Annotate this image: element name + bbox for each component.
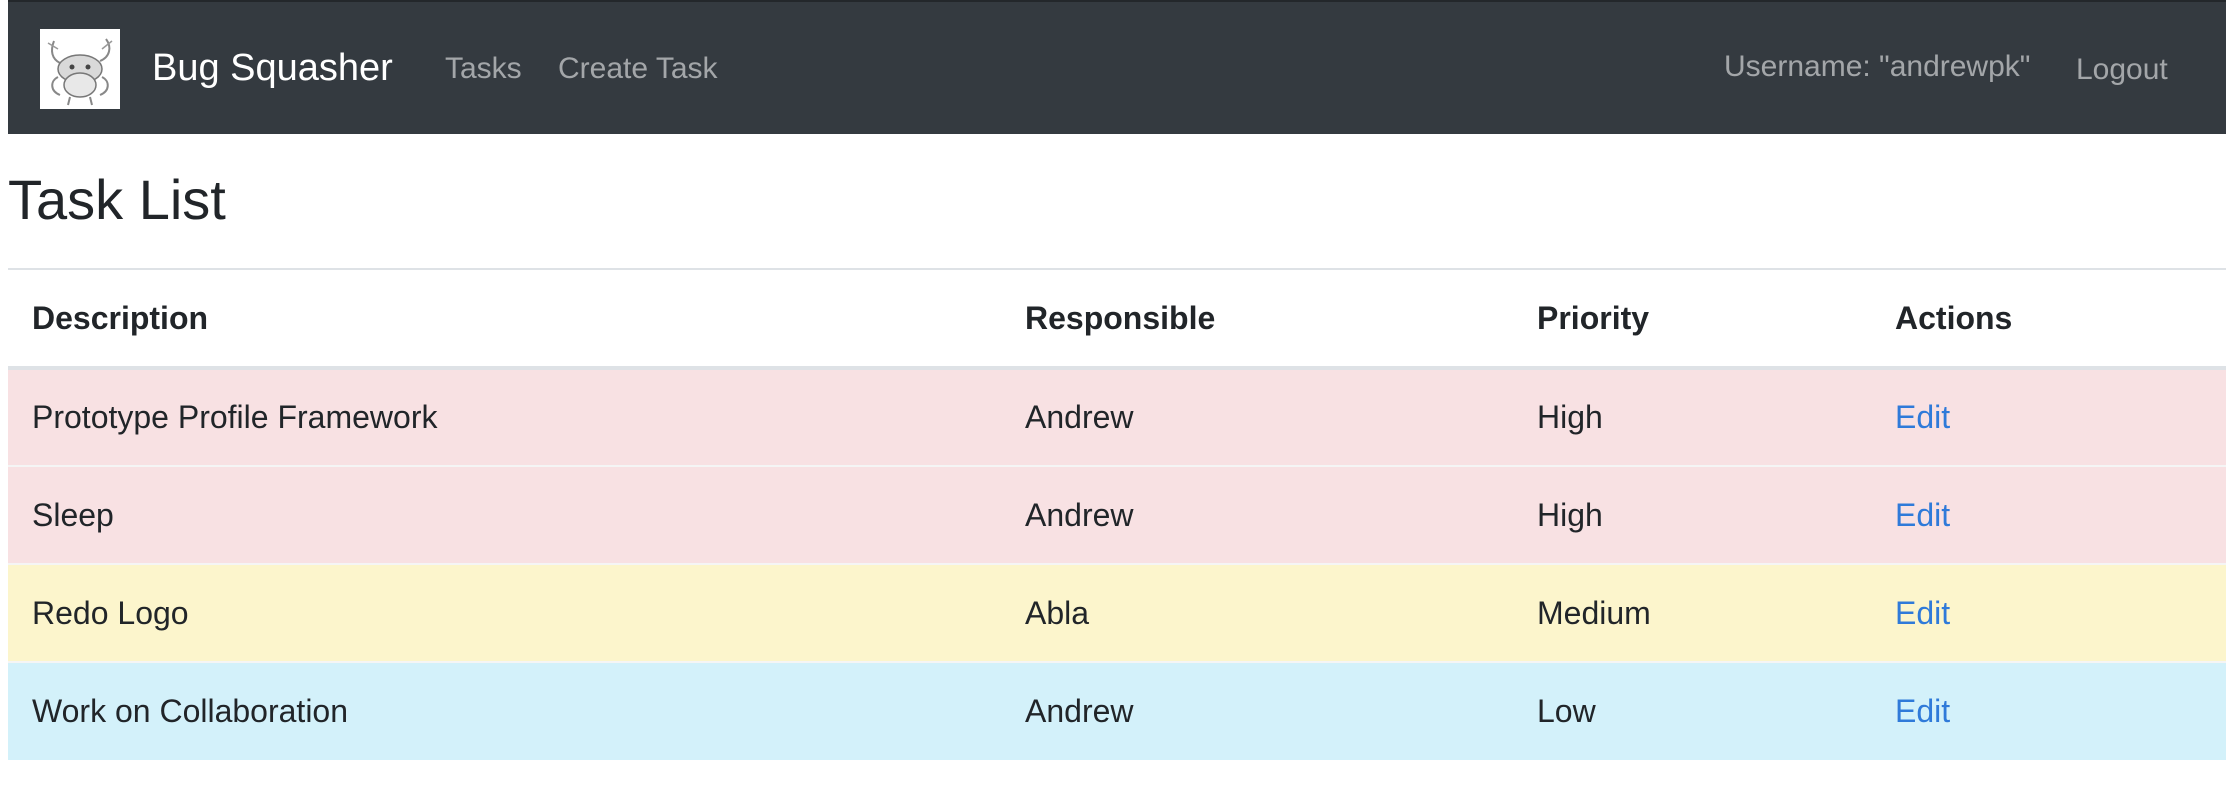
column-header-actions: Actions [1871,270,2226,370]
brand-name[interactable]: Bug Squasher [152,46,393,90]
page-title: Task List [8,168,226,231]
column-header-description: Description [8,270,1001,370]
table-row: Sleep Andrew High Edit [8,465,2226,564]
task-actions: Edit [1871,465,2226,564]
task-responsible: Abla [1001,563,1513,662]
table-header-row: Description Responsible Priority Actions [8,270,2226,370]
task-description: Work on Collaboration [8,661,1001,760]
brand-logo[interactable] [40,29,120,109]
column-header-responsible: Responsible [1001,270,1513,370]
task-priority: Medium [1513,563,1871,662]
task-description: Sleep [8,465,1001,564]
top-navbar: Bug Squasher Tasks Create Task Username:… [8,0,2226,134]
bug-logo-icon [40,29,120,109]
task-responsible: Andrew [1001,367,1513,466]
task-priority: High [1513,367,1871,466]
task-priority: Low [1513,661,1871,760]
username-label: Username: "andrewpk" [1724,50,2031,83]
task-responsible: Andrew [1001,661,1513,760]
table-row: Redo Logo Abla Medium Edit [8,563,2226,662]
table-row: Prototype Profile Framework Andrew High … [8,367,2226,466]
task-responsible: Andrew [1001,465,1513,564]
edit-link[interactable]: Edit [1895,693,1950,729]
page: Bug Squasher Tasks Create Task Username:… [0,0,2234,812]
edit-link[interactable]: Edit [1895,399,1950,435]
table-row: Work on Collaboration Andrew Low Edit [8,661,2226,760]
task-actions: Edit [1871,367,2226,466]
nav-link-create-task[interactable]: Create Task [558,51,718,87]
task-table: Description Responsible Priority Actions… [8,270,2226,760]
task-description: Prototype Profile Framework [8,367,1001,466]
task-actions: Edit [1871,563,2226,662]
nav-link-tasks[interactable]: Tasks [445,51,522,87]
task-priority: High [1513,465,1871,564]
task-description: Redo Logo [8,563,1001,662]
column-header-priority: Priority [1513,270,1871,370]
edit-link[interactable]: Edit [1895,497,1950,533]
task-actions: Edit [1871,661,2226,760]
logout-link[interactable]: Logout [2076,52,2168,88]
edit-link[interactable]: Edit [1895,595,1950,631]
